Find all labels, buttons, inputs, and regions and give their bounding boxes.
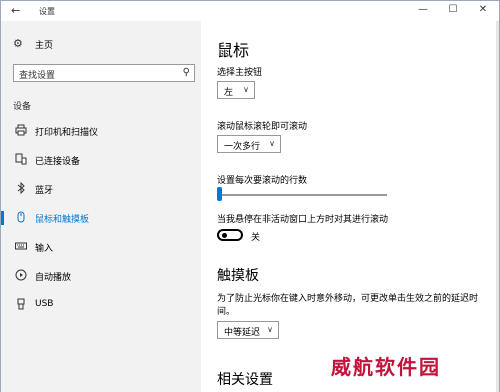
sidebar-item-label: 已连接设备: [35, 157, 81, 167]
sidebar-item-connected-devices[interactable]: 已连接设备: [1, 150, 201, 172]
window-title: 设置: [39, 7, 55, 16]
chevron-down-icon: ∨: [243, 85, 249, 94]
sidebar-item-printers[interactable]: 打印机和扫描仪: [1, 121, 201, 143]
primary-button-dropdown[interactable]: 左 ∨: [217, 81, 255, 99]
scrollbar[interactable]: [496, 21, 499, 392]
dropdown-value: 左: [224, 88, 234, 98]
title-bar: ← 设置 — ☐ ✕: [1, 1, 499, 21]
touchpad-description: 为了防止光标你在键入时意外移动，可更改单击生效之前的延迟时间。: [217, 294, 479, 317]
main-content: 鼠标 选择主按钮 左 ∨ 滚动鼠标滚轮即可滚动 一次多行 ∨ 设置每次要滚动的行…: [201, 21, 499, 392]
sidebar: ⚙ 主页 查找设置 ⚲ 设备 打印机和扫描仪 已连接设备 蓝牙 鼠标和触摸板 输…: [1, 21, 201, 392]
autoplay-icon: [15, 269, 27, 281]
dropdown-value: 中等延迟: [224, 328, 261, 338]
maximize-button[interactable]: ☐: [443, 4, 463, 15]
sidebar-item-typing[interactable]: 输入: [1, 237, 201, 259]
sidebar-item-label: 打印机和扫描仪: [35, 128, 99, 138]
page-title: 鼠标: [217, 41, 250, 60]
connected-devices-icon: [15, 153, 27, 165]
search-placeholder: 查找设置: [19, 71, 56, 81]
sidebar-item-label: 鼠标和触摸板: [35, 215, 90, 225]
watermark: 威航软件园: [331, 355, 441, 379]
sidebar-item-autoplay[interactable]: 自动播放: [1, 266, 201, 288]
chevron-down-icon: ∨: [269, 139, 275, 148]
inactive-scroll-label: 当我悬停在非活动窗口上方时对其进行滚动: [217, 215, 389, 225]
search-input[interactable]: 查找设置 ⚲: [13, 64, 195, 82]
toggle-knob: [222, 233, 227, 238]
usb-icon: [15, 298, 27, 310]
related-settings-heading: 相关设置: [217, 372, 273, 388]
home-label: 主页: [35, 41, 54, 51]
scroll-wheel-label: 滚动鼠标滚轮即可滚动: [217, 122, 308, 132]
sidebar-item-label: 自动播放: [35, 273, 72, 283]
dropdown-value: 一次多行: [224, 142, 261, 152]
sidebar-item-label: 输入: [35, 244, 54, 254]
lines-to-scroll-label: 设置每次要滚动的行数: [217, 176, 308, 186]
bluetooth-icon: [15, 181, 27, 195]
lines-slider-thumb[interactable]: [217, 187, 222, 201]
lines-slider-track[interactable]: [217, 194, 387, 196]
sidebar-item-label: USB: [35, 299, 54, 309]
section-label: 设备: [13, 102, 32, 112]
inactive-scroll-toggle[interactable]: [217, 229, 243, 241]
toggle-state-label: 关: [251, 233, 261, 243]
touchpad-heading: 触摸板: [217, 268, 259, 284]
chevron-down-icon: ∨: [267, 325, 273, 334]
sidebar-item-mouse-touchpad[interactable]: 鼠标和触摸板: [1, 208, 201, 230]
back-arrow-icon[interactable]: ←: [11, 4, 20, 17]
sidebar-item-label: 蓝牙: [35, 186, 54, 196]
touchpad-delay-dropdown[interactable]: 中等延迟 ∨: [217, 321, 279, 339]
settings-window: ← 设置 — ☐ ✕ ⚙ 主页 查找设置 ⚲ 设备 打印机和扫描仪 已连接设备: [0, 0, 500, 392]
gear-icon: ⚙: [13, 37, 23, 50]
close-button[interactable]: ✕: [473, 4, 493, 15]
selected-indicator: [1, 211, 4, 225]
keyboard-icon: [15, 240, 27, 252]
primary-button-label: 选择主按钮: [217, 68, 263, 78]
mouse-icon: [15, 211, 27, 223]
sidebar-item-usb[interactable]: USB: [1, 295, 201, 317]
printer-icon: [15, 124, 27, 136]
minimize-button[interactable]: —: [413, 4, 433, 15]
sidebar-item-bluetooth[interactable]: 蓝牙: [1, 179, 201, 201]
scroll-wheel-dropdown[interactable]: 一次多行 ∨: [217, 135, 281, 153]
search-icon[interactable]: ⚲: [183, 67, 190, 78]
